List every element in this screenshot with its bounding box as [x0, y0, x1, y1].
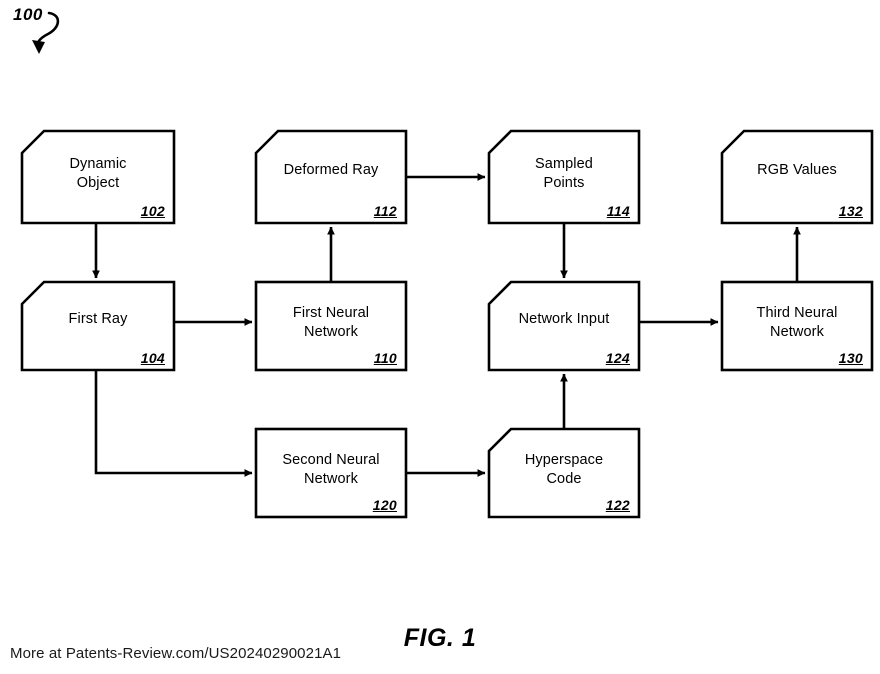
node-hyperspace-code-ref: 122 — [605, 497, 630, 513]
node-first-ray-label: First Ray — [68, 310, 128, 327]
figure-number-label: 100 — [13, 5, 43, 24]
node-network-input-label: Network Input — [518, 310, 610, 327]
node-second-neural-network: Second Neural Network 120 — [256, 429, 406, 517]
node-hyperspace-code-label: Hyperspace Code — [524, 452, 604, 487]
node-dynamic-object: Dynamic Object 102 — [22, 131, 174, 223]
node-second-neural-network-ref: 120 — [372, 497, 397, 513]
node-sampled-points-label: Sampled Points — [535, 156, 593, 191]
node-second-neural-network-label: Second Neural Network — [282, 452, 380, 487]
node-sampled-points: Sampled Points 114 — [489, 131, 639, 223]
node-first-ray-ref: 104 — [140, 350, 165, 366]
node-third-neural-network-label: Third Neural Network — [756, 305, 838, 340]
node-network-input: Network Input 124 — [489, 282, 639, 370]
node-sampled-points-ref: 114 — [606, 203, 630, 219]
node-deformed-ray: Deformed Ray 112 — [256, 131, 406, 223]
node-first-ray: First Ray 104 — [22, 282, 174, 370]
node-rgb-values-label: RGB Values — [757, 161, 837, 178]
connector-first-ray-to-second-neural-network — [94, 370, 253, 477]
patent-figure: 100 Dynamic Object 102 Deformed Ray 112 … — [0, 0, 880, 674]
node-first-neural-network-label: First Neural Network — [292, 305, 370, 340]
node-rgb-values-ref: 132 — [838, 203, 863, 219]
node-first-neural-network: First Neural Network 110 — [256, 282, 406, 370]
node-deformed-ray-label: Deformed Ray — [283, 161, 379, 178]
node-third-neural-network: Third Neural Network 130 — [722, 282, 872, 370]
node-network-input-ref: 124 — [605, 350, 630, 366]
figure-caption-text: FIG. 1 — [403, 624, 477, 652]
node-rgb-values: RGB Values 132 — [722, 131, 872, 223]
node-deformed-ray-ref: 112 — [373, 203, 397, 219]
node-third-neural-network-ref: 130 — [838, 350, 863, 366]
node-dynamic-object-ref: 102 — [140, 203, 165, 219]
node-hyperspace-code: Hyperspace Code 122 — [489, 429, 639, 517]
node-first-neural-network-ref: 110 — [373, 350, 397, 366]
page-footer-text: More at Patents-Review.com/US20240290021… — [10, 645, 342, 662]
node-dynamic-object-label: Dynamic Object — [69, 156, 127, 191]
